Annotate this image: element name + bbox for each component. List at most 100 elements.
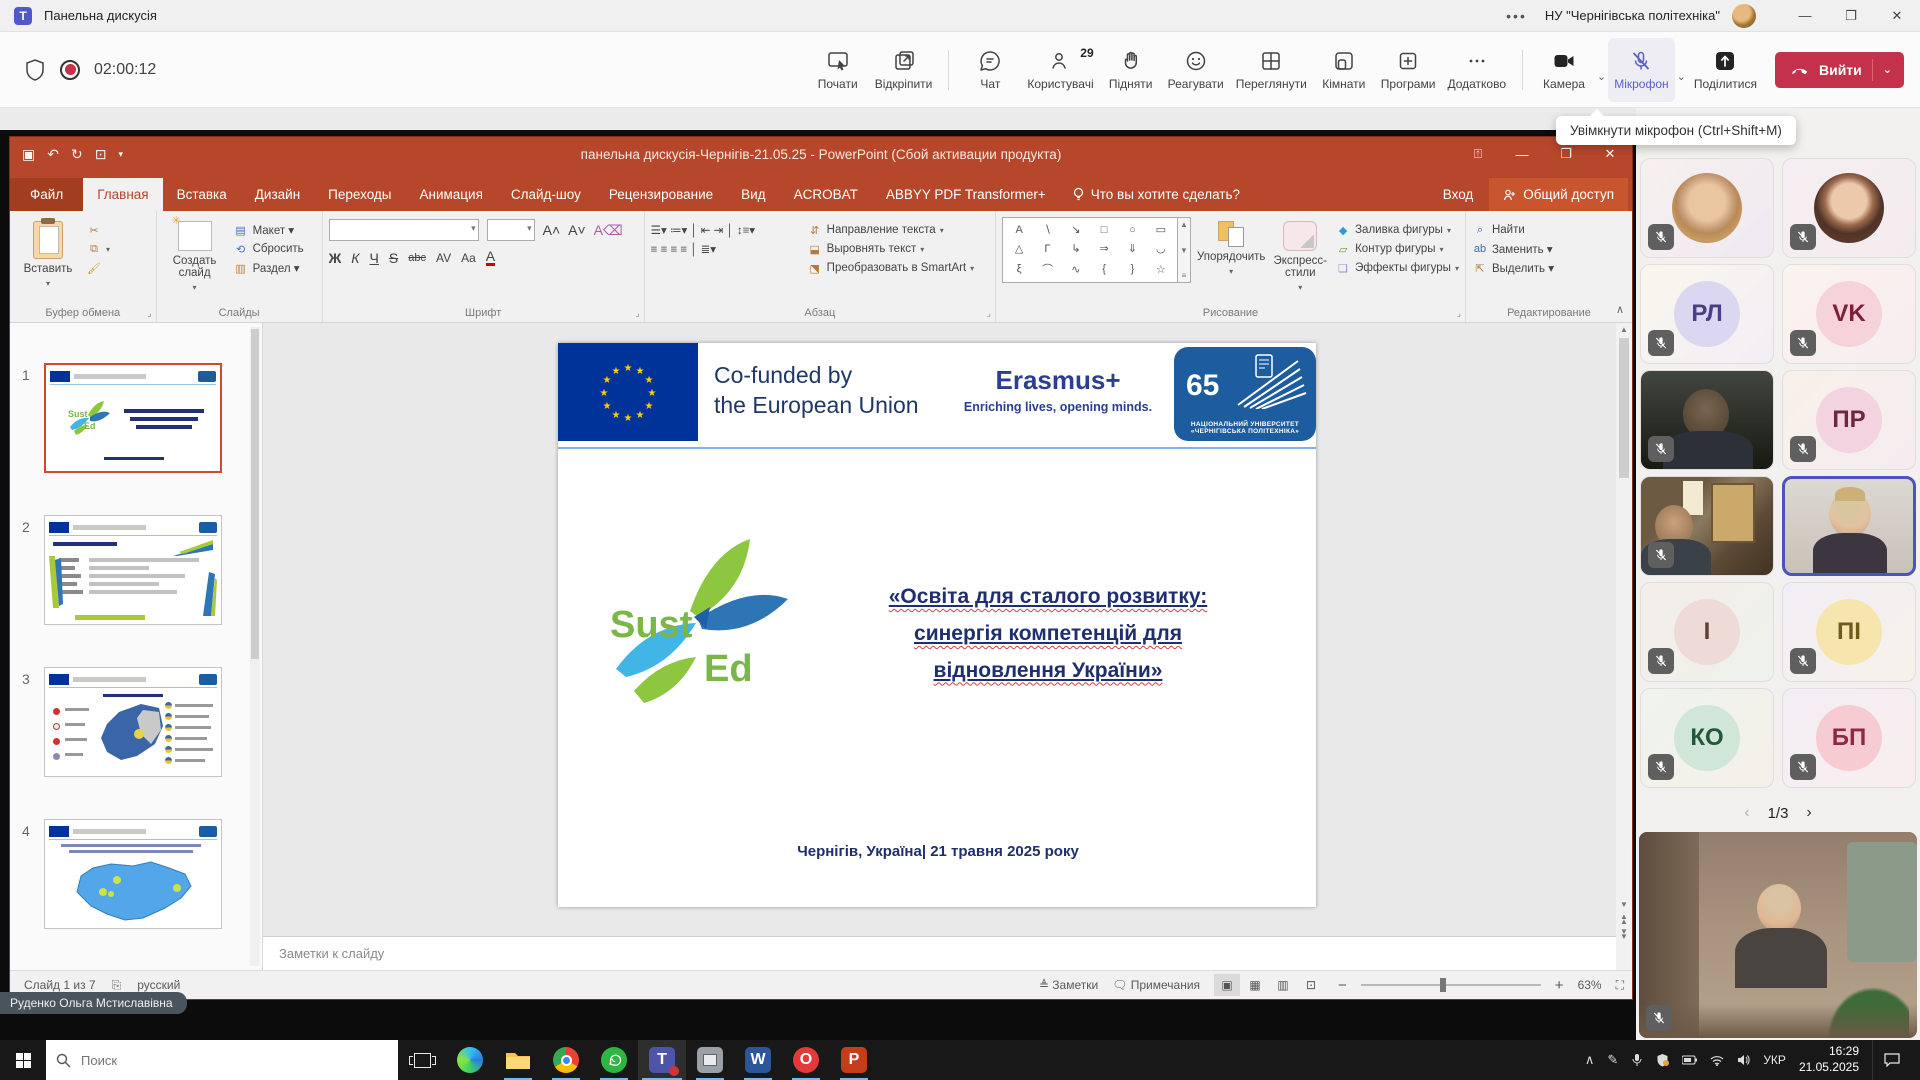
canvas-scrollbar[interactable]: ▲ ▼▲▲▼▼	[1616, 323, 1632, 944]
paragraph-dialog-launcher-icon[interactable]: ⌟	[987, 308, 991, 319]
slide-thumbnail-4[interactable]	[44, 819, 222, 929]
drawing-dialog-launcher-icon[interactable]: ⌟	[1457, 308, 1461, 319]
sign-in-link[interactable]: Вход	[1427, 178, 1490, 211]
shrink-font-button[interactable]: A˅	[568, 222, 586, 238]
align-text-button[interactable]: ⬓Выровнять текст▾	[807, 242, 975, 256]
tell-me-box[interactable]: Что вы хотите сделать?	[1060, 178, 1252, 211]
collapse-ribbon-icon[interactable]: ∧	[1616, 303, 1624, 316]
participant-tile-VK[interactable]: VK	[1782, 264, 1916, 364]
shape-effects-button[interactable]: ❏Эффекты фигуры▾	[1335, 261, 1459, 275]
chat-button[interactable]: Чат	[959, 38, 1021, 102]
bullets-row[interactable]: ☰▾ ≔▾ │ ⇤ ⇥ │ ↕≡▾	[651, 223, 801, 237]
current-slide[interactable]: ★★★★ ★★★★ ★★★★ Co-funded bythe European …	[558, 343, 1316, 907]
ppt-minimize-button[interactable]: —	[1500, 137, 1544, 171]
tab-slideshow[interactable]: Слайд-шоу	[497, 178, 595, 211]
participant-tile-І[interactable]: І	[1640, 582, 1774, 682]
slide-thumbnail-1[interactable]: SustEd	[44, 363, 222, 473]
italic-button[interactable]: К	[351, 250, 359, 266]
strike-abc-button[interactable]: abc	[408, 252, 426, 264]
undo-icon[interactable]: ↶	[47, 146, 59, 163]
taskbar-app-teams[interactable]: T	[638, 1040, 686, 1080]
tray-mic-icon[interactable]	[1631, 1053, 1643, 1067]
bottom-video-tile[interactable]	[1639, 832, 1917, 1038]
zoom-slider[interactable]	[1361, 984, 1541, 986]
fit-slide-button[interactable]: ⛶	[1616, 978, 1624, 993]
reading-view-button[interactable]: ▥	[1270, 974, 1296, 996]
replace-button[interactable]: abЗаменить ▾	[1472, 242, 1554, 256]
participant-tile-БП[interactable]: БП	[1782, 688, 1916, 788]
start-button[interactable]	[0, 1040, 46, 1080]
tab-insert[interactable]: Вставка	[163, 178, 241, 211]
align-row[interactable]: ≡ ≡ ≡ ≡ │ ≣▾	[651, 242, 801, 256]
slide-thumbnail-2[interactable]	[44, 515, 222, 625]
thumbnail-scrollbar[interactable]	[250, 327, 260, 966]
participant-tile-video-off-2[interactable]	[1782, 158, 1916, 258]
slide-number-status[interactable]: Слайд 1 из 7	[24, 978, 96, 992]
camera-button[interactable]: Камера	[1533, 38, 1595, 102]
taskbar-search[interactable]	[46, 1040, 398, 1080]
bold-button[interactable]: Ж	[329, 250, 342, 266]
redo-icon[interactable]: ↻	[71, 146, 83, 163]
react-button[interactable]: Реагувати	[1162, 38, 1230, 102]
taskbar-app-whatsapp[interactable]	[590, 1040, 638, 1080]
layout-button[interactable]: ▤Макет ▾	[233, 223, 304, 237]
text-direction-button[interactable]: ⇵Направление текста▾	[807, 223, 975, 237]
slide-thumbnail-3[interactable]	[44, 667, 222, 777]
slideshow-from-start-icon[interactable]: ⊡	[95, 146, 107, 163]
search-input[interactable]	[79, 1052, 359, 1069]
view-button[interactable]: Переглянути	[1230, 38, 1313, 102]
task-view-button[interactable]	[398, 1040, 446, 1080]
share-button[interactable]: Поділитися	[1688, 38, 1763, 102]
select-button[interactable]: ⇱Выделить ▾	[1472, 261, 1554, 275]
zoom-out-button[interactable]: −	[1338, 977, 1347, 994]
tray-shield-icon[interactable]	[1656, 1053, 1669, 1067]
zoom-level[interactable]: 63%	[1578, 978, 1602, 992]
tray-expand-icon[interactable]: ∧	[1585, 1052, 1595, 1068]
more-options-button[interactable]: Додатково	[1441, 38, 1512, 102]
shapes-gallery[interactable]: A∖↘□○▭ △Γ↳⇒⇓◡ ξ⌒∿{}☆	[1002, 217, 1178, 283]
tab-animations[interactable]: Анимация	[406, 178, 497, 211]
taskbar-app-explorer[interactable]	[494, 1040, 542, 1080]
titlebar-more-icon[interactable]: •••	[1506, 8, 1527, 24]
clipboard-dialog-launcher-icon[interactable]: ⌟	[147, 308, 151, 319]
participants-button[interactable]: 29 Користувачі	[1021, 38, 1099, 102]
paste-button[interactable]: Вставить▾	[16, 217, 80, 302]
section-button[interactable]: ▥Раздел ▾	[233, 261, 304, 275]
participant-tile-video-off-1[interactable]	[1640, 158, 1774, 258]
taskbar-app-powerpoint[interactable]: P	[830, 1040, 878, 1080]
microphone-button[interactable]: Мікрофон	[1608, 38, 1674, 102]
participant-tile-video-man[interactable]	[1640, 370, 1774, 470]
participant-tile-РЛ[interactable]: РЛ	[1640, 264, 1774, 364]
strikethrough-button[interactable]: S	[389, 250, 398, 266]
taskbar-app-word[interactable]: W	[734, 1040, 782, 1080]
unpin-button[interactable]: Відкріпити	[869, 38, 939, 102]
taskbar-app-opera[interactable]: O	[782, 1040, 830, 1080]
font-size-combo[interactable]	[487, 219, 535, 241]
tab-view[interactable]: Вид	[727, 178, 779, 211]
tab-review[interactable]: Рецензирование	[595, 178, 727, 211]
tray-volume-icon[interactable]	[1737, 1054, 1750, 1066]
minimize-button[interactable]: —	[1782, 0, 1828, 32]
normal-view-button[interactable]: ▣	[1214, 974, 1240, 996]
zoom-in-button[interactable]: +	[1555, 977, 1564, 994]
find-button[interactable]: ⌕Найти	[1472, 223, 1554, 237]
spellcheck-icon[interactable]: ⎘	[112, 978, 122, 993]
slideshow-view-button[interactable]: ⊡	[1298, 974, 1324, 996]
tab-acrobat[interactable]: ACROBAT	[780, 178, 872, 211]
tab-home[interactable]: Главная	[83, 178, 162, 211]
font-dialog-launcher-icon[interactable]: ⌟	[635, 308, 639, 319]
tray-pen-icon[interactable]: ✎	[1607, 1052, 1618, 1068]
close-button[interactable]: ✕	[1874, 0, 1920, 32]
tab-design[interactable]: Дизайн	[241, 178, 314, 211]
qat-customize-chevron-icon[interactable]: ▾	[118, 149, 123, 160]
raise-hand-button[interactable]: Підняти	[1100, 38, 1162, 102]
quick-styles-button[interactable]: Экспресс-стили▾	[1271, 217, 1329, 302]
taskbar-app-chrome[interactable]	[542, 1040, 590, 1080]
slide-sorter-view-button[interactable]: ▦	[1242, 974, 1268, 996]
page-prev-icon[interactable]: ‹	[1744, 804, 1749, 822]
char-spacing-button[interactable]: AV	[436, 251, 451, 265]
rooms-button[interactable]: Кімнати	[1313, 38, 1375, 102]
shape-fill-button[interactable]: ◆Заливка фигуры▾	[1335, 223, 1459, 237]
font-name-combo[interactable]	[329, 219, 479, 241]
shape-outline-button[interactable]: ▱Контур фигуры▾	[1335, 242, 1459, 256]
